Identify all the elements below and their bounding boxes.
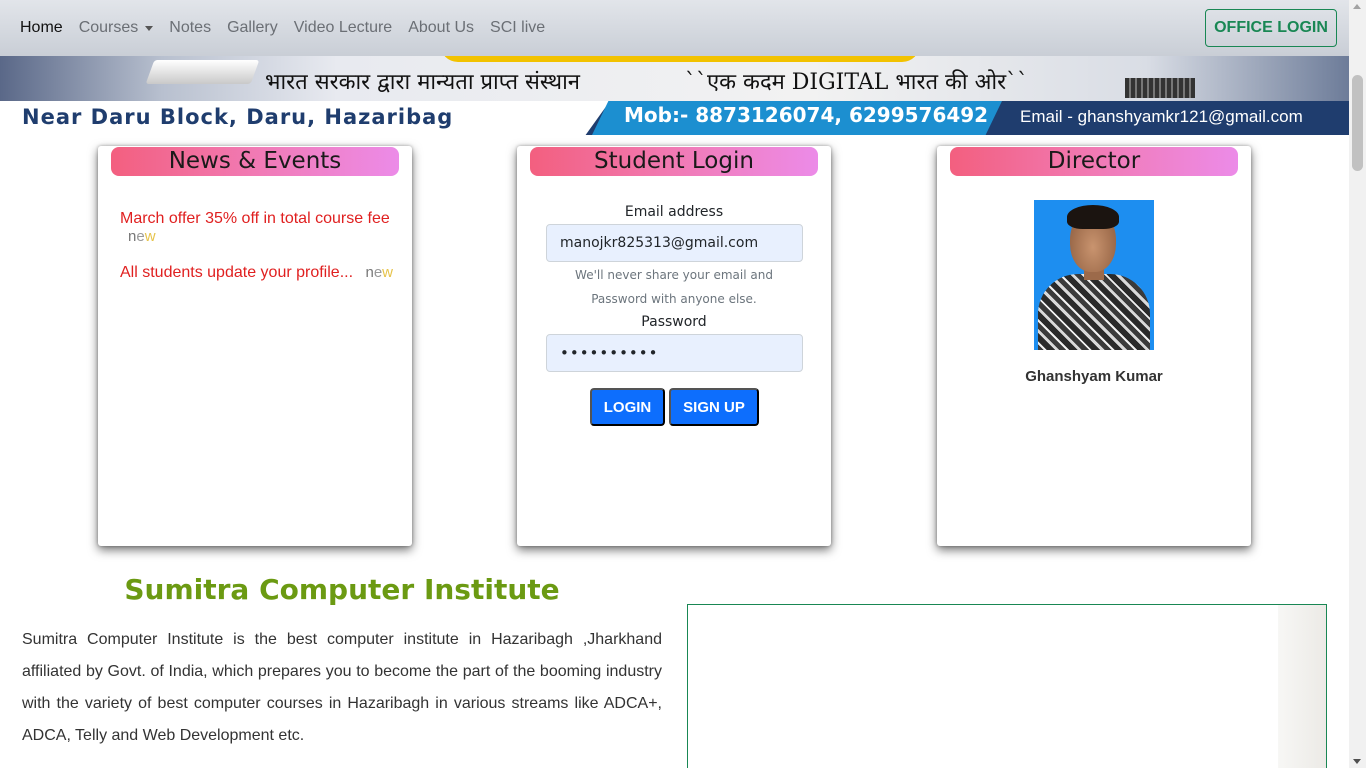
- office-login-button[interactable]: OFFICE LOGIN: [1205, 9, 1337, 47]
- nav-about-us[interactable]: About Us: [408, 19, 474, 37]
- new-badge: new: [128, 228, 156, 245]
- scroll-up-arrow-icon[interactable]: [1353, 4, 1361, 9]
- nav-video-lecture-label: Video Lecture: [293, 19, 393, 36]
- banner-mobile: Mob:- 8873126074, 6299576492: [624, 103, 989, 127]
- director-photo: [1034, 200, 1154, 350]
- page-scrollbar[interactable]: [1349, 0, 1366, 768]
- nav-sci-live-label: SCI live: [490, 19, 546, 36]
- news-item-text: March offer 35% off in total course fee: [120, 210, 390, 227]
- nav-list: Home Courses Notes Gallery Video Lecture…: [20, 19, 561, 37]
- caret-down-icon: [145, 25, 154, 31]
- email-field[interactable]: manojkr825313@gmail.com: [546, 224, 803, 262]
- scroll-thumb[interactable]: [1352, 75, 1363, 171]
- nav-notes[interactable]: Notes: [169, 19, 211, 37]
- nav-home-label: Home: [20, 19, 63, 36]
- new-badge: new: [365, 264, 394, 281]
- nav-video-lecture[interactable]: Video Lecture: [294, 19, 392, 37]
- video-embed[interactable]: [687, 604, 1327, 768]
- about-title: Sumitra Computer Institute: [124, 573, 560, 606]
- keyboard-image: [145, 60, 260, 84]
- password-field[interactable]: ••••••••••: [546, 334, 803, 372]
- nav-courses[interactable]: Courses: [79, 19, 154, 37]
- banner-address: Near Daru Block, Daru, Hazaribag: [22, 105, 454, 129]
- video-thumbnail: [1278, 605, 1326, 768]
- nav-notes-label: Notes: [169, 19, 212, 36]
- director-name: Ghanshyam Kumar: [1025, 368, 1163, 385]
- about-text: Sumitra Computer Institute is the best c…: [22, 631, 662, 744]
- nav-gallery-label: Gallery: [227, 19, 278, 36]
- signup-button[interactable]: SIGN UP: [669, 388, 759, 426]
- keyboard-image-right: [1125, 78, 1195, 98]
- photo-shirt: [1038, 274, 1150, 350]
- news-card-title: News & Events: [111, 147, 399, 176]
- banner-tagline-strip: भारत सरकार द्वारा मान्यता प्राप्त संस्था…: [0, 56, 1349, 101]
- password-label: Password: [641, 314, 707, 330]
- email-help-text: We'll never share your email and Passwor…: [575, 268, 773, 306]
- news-events-card: News & Events March offer 35% off in tot…: [98, 146, 412, 546]
- banner-email: Email - ghanshyamkr121@gmail.com: [1020, 107, 1303, 126]
- email-label: Email address: [624, 204, 724, 220]
- nav-courses-label: Courses: [78, 19, 139, 36]
- scroll-down-arrow-icon[interactable]: [1353, 759, 1361, 764]
- banner-hindi-left: भारत सरकार द्वारा मान्यता प्राप्त संस्था…: [265, 70, 581, 95]
- nav-home[interactable]: Home: [20, 19, 63, 37]
- banner-hindi-right: ``एक कदम DIGITAL भारत की ओर``: [685, 70, 1029, 95]
- nav-gallery[interactable]: Gallery: [227, 19, 278, 37]
- nav-about-us-label: About Us: [408, 19, 475, 36]
- director-card: Director Ghanshyam Kumar: [937, 146, 1251, 546]
- login-card-title: Student Login: [530, 147, 818, 176]
- director-card-title: Director: [950, 147, 1238, 176]
- student-login-card: Student Login Email address manojkr82531…: [517, 146, 831, 546]
- banner-contact-strip: Near Daru Block, Daru, Hazaribag Mob:- 8…: [0, 101, 1349, 135]
- news-item-text: All students update your profile...: [120, 264, 354, 281]
- login-button[interactable]: LOGIN: [590, 388, 665, 426]
- top-navbar: Home Courses Notes Gallery Video Lecture…: [0, 0, 1349, 56]
- news-item[interactable]: All students update your profile... new: [120, 264, 394, 282]
- news-item[interactable]: March offer 35% off in total course fee …: [120, 210, 390, 246]
- photo-hair: [1067, 205, 1119, 229]
- nav-sci-live[interactable]: SCI live: [490, 19, 545, 37]
